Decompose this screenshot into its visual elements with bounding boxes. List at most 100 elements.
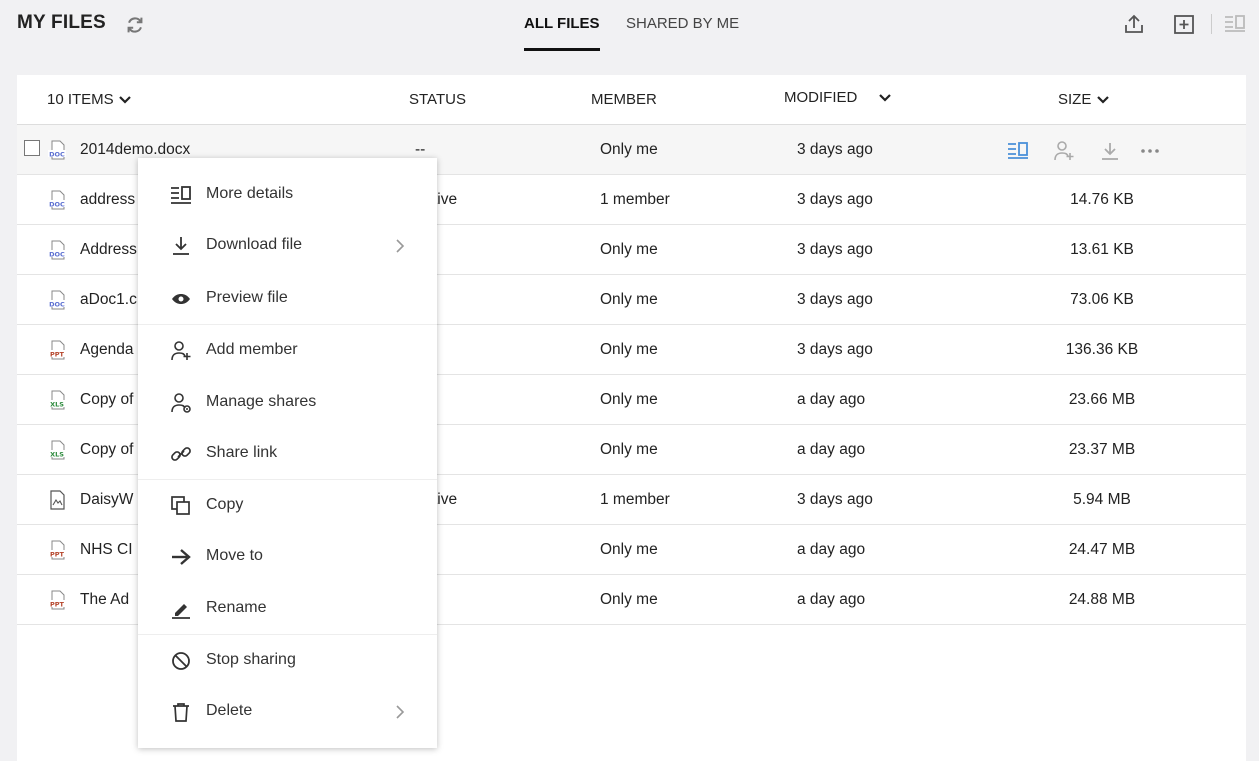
modified-label: MODIFIED [784, 89, 858, 106]
svg-text:PPT: PPT [50, 551, 65, 559]
size-cell: 14.76 KB [1070, 191, 1134, 208]
link-icon [171, 447, 191, 461]
add-member-icon [171, 341, 191, 361]
page-header: MY FILES ALL FILES SHARED BY ME [0, 0, 1259, 62]
size-cell: 73.06 KB [1070, 291, 1134, 308]
ppt-file-icon: PPT [48, 590, 66, 610]
menu-item-label: Delete [206, 702, 253, 719]
row-checkbox[interactable] [24, 140, 40, 156]
chevron-right-icon [396, 705, 405, 719]
menu-item-manage-shares[interactable]: Manage shares [138, 378, 437, 428]
menu-item-label: Download file [206, 236, 303, 253]
chevron-right-icon [396, 239, 405, 253]
svg-text:PPT: PPT [50, 351, 65, 359]
file-name[interactable]: aDoc1.c [80, 291, 137, 309]
file-name[interactable]: Copy of [80, 391, 133, 409]
ppt-file-icon: PPT [48, 540, 66, 560]
menu-item-add-member[interactable]: Add member [138, 326, 437, 376]
item-count: 10 ITEMS [47, 91, 114, 108]
menu-item-label: Stop sharing [206, 651, 296, 668]
chevron-down-icon [878, 94, 891, 102]
menu-separator [138, 324, 437, 325]
modified-cell: a day ago [797, 441, 866, 458]
menu-item-preview-file[interactable]: Preview file [138, 274, 437, 324]
copy-icon [171, 496, 190, 515]
file-name[interactable]: NHS CI [80, 541, 133, 559]
member-cell: Only me [600, 241, 658, 258]
member-cell: Only me [600, 341, 658, 358]
column-member[interactable]: MEMBER [591, 91, 657, 108]
menu-item-share-link[interactable]: Share link [138, 429, 437, 479]
add-member-icon[interactable] [1053, 139, 1075, 161]
doc-file-icon: DOC [48, 290, 66, 310]
size-cell: 13.61 KB [1070, 241, 1134, 258]
svg-text:DOC: DOC [49, 151, 65, 159]
file-name[interactable]: Agenda [80, 341, 133, 359]
modified-cell: 3 days ago [797, 241, 873, 258]
modified-cell: 3 days ago [797, 191, 873, 208]
arrow-right-icon [172, 549, 191, 565]
member-cell: Only me [600, 291, 658, 308]
modified-cell: a day ago [797, 541, 866, 558]
more-options-icon[interactable] [1139, 139, 1161, 161]
xls-file-icon: XLS [48, 440, 66, 460]
chevron-down-icon [1096, 96, 1109, 104]
menu-item-stop-sharing[interactable]: Stop sharing [138, 636, 437, 686]
eye-icon [172, 294, 190, 304]
menu-item-rename[interactable]: Rename [138, 584, 437, 634]
menu-item-move-to[interactable]: Move to [138, 532, 437, 582]
details-pane-icon[interactable] [1223, 12, 1247, 36]
size-cell: 24.88 MB [1068, 591, 1136, 608]
menu-separator [138, 634, 437, 635]
details-icon[interactable] [1007, 139, 1029, 161]
file-name[interactable]: Copy of [80, 441, 133, 459]
doc-file-icon: DOC [48, 190, 66, 210]
image-file-icon [50, 490, 65, 510]
details-icon [171, 186, 191, 204]
tab-shared-by-me[interactable]: SHARED BY ME [626, 15, 739, 51]
modified-cell: a day ago [797, 391, 866, 408]
menu-item-delete[interactable]: Delete [138, 687, 437, 737]
svg-text:XLS: XLS [50, 401, 64, 409]
size-label: SIZE [1058, 91, 1092, 108]
column-size[interactable]: SIZE [1058, 91, 1110, 108]
menu-item-label: Copy [206, 496, 244, 513]
upload-icon[interactable] [1122, 12, 1146, 36]
stop-icon [172, 652, 190, 670]
modified-cell: a day ago [797, 591, 866, 608]
svg-text:PPT: PPT [50, 601, 65, 609]
size-cell: 136.36 KB [1065, 341, 1139, 358]
page-title: MY FILES [17, 12, 106, 33]
column-header: 10 ITEMS STATUS MEMBER MODIFIED SIZE [17, 75, 1246, 125]
refresh-icon[interactable] [124, 14, 146, 36]
file-name[interactable]: address [80, 191, 135, 209]
menu-item-download-file[interactable]: Download file [138, 221, 437, 271]
member-cell: Only me [600, 141, 658, 158]
menu-item-label: Share link [206, 444, 278, 461]
column-status[interactable]: STATUS [409, 91, 466, 108]
file-name[interactable]: DaisyW [80, 491, 133, 509]
menu-item-more-details[interactable]: More details [138, 170, 437, 220]
new-folder-icon[interactable] [1172, 12, 1196, 36]
tab-all-files[interactable]: ALL FILES [524, 15, 600, 51]
modified-cell: 3 days ago [797, 491, 873, 508]
member-cell: 1 member [600, 191, 670, 208]
size-cell: 5.94 MB [1073, 491, 1131, 508]
download-icon[interactable] [1099, 139, 1121, 161]
file-name[interactable]: Address [80, 241, 137, 259]
menu-item-label: Rename [206, 599, 267, 616]
svg-text:DOC: DOC [49, 301, 65, 309]
menu-item-copy[interactable]: Copy [138, 481, 437, 531]
menu-item-label: Move to [206, 547, 263, 564]
menu-separator [138, 479, 437, 480]
doc-file-icon: DOC [48, 140, 66, 160]
member-cell: 1 member [600, 491, 670, 508]
svg-text:DOC: DOC [49, 201, 65, 209]
file-name[interactable]: 2014demo.docx [80, 141, 190, 159]
file-name[interactable]: The Ad [80, 591, 129, 609]
item-count-sort[interactable]: 10 ITEMS [47, 91, 132, 108]
column-modified[interactable]: MODIFIED [784, 89, 892, 106]
size-cell: 23.66 MB [1068, 391, 1136, 408]
size-cell: 23.37 MB [1068, 441, 1136, 458]
svg-text:DOC: DOC [49, 251, 65, 259]
